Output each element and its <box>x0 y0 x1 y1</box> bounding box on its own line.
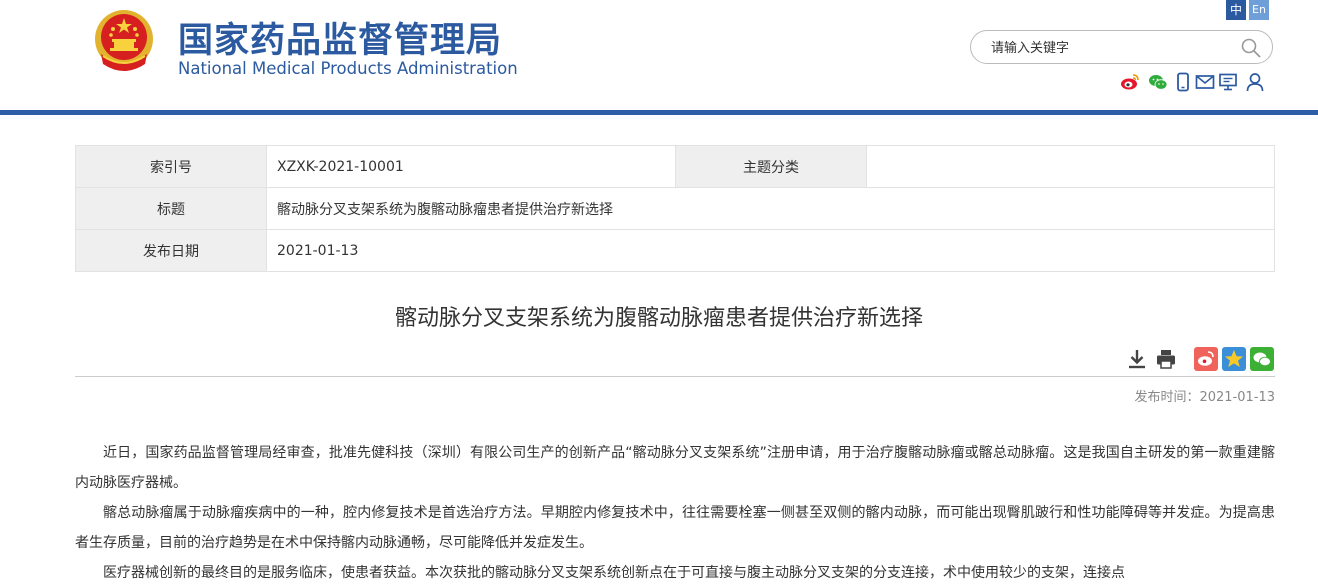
wechat-icon[interactable] <box>1148 72 1168 92</box>
message-icon[interactable] <box>1218 72 1238 92</box>
share-weibo-icon[interactable] <box>1194 347 1218 371</box>
date-value: 2021-01-13 <box>266 229 1275 272</box>
share-wechat-icon[interactable] <box>1250 347 1274 371</box>
org-name-cn[interactable]: 国家药品监督管理局 <box>178 12 502 63</box>
article-paragraph: 髂总动脉瘤属于动脉瘤疾病中的一种，腔内修复技术是首选治疗方法。早期腔内修复技术中… <box>75 505 1275 551</box>
article-paragraph: 近日，国家药品监督管理局经审查，批准先健科技（深圳）有限公司生产的创新产品“髂动… <box>75 445 1275 491</box>
table-row: 发布日期 2021-01-13 <box>75 229 1275 272</box>
article-meta-table: 索引号 XZXK-2021-10001 主题分类 标题 髂动脉分叉支架系统为腹髂… <box>75 145 1275 272</box>
national-emblem-icon[interactable] <box>93 8 155 74</box>
table-row: 索引号 XZXK-2021-10001 主题分类 <box>75 145 1275 188</box>
weibo-icon[interactable] <box>1120 72 1140 92</box>
lang-zh-button[interactable]: 中 <box>1226 0 1246 20</box>
org-name-en[interactable]: National Medical Products Administration <box>178 59 518 78</box>
share-qzone-icon[interactable] <box>1222 347 1246 371</box>
user-icon[interactable] <box>1245 72 1265 92</box>
publish-time: 发布时间：2021-01-13 <box>1134 390 1275 405</box>
article-title: 髂动脉分叉支架系统为腹髂动脉瘤患者提供治疗新选择 <box>394 306 923 331</box>
print-icon[interactable] <box>1155 348 1177 370</box>
topic-label: 主题分类 <box>675 145 867 188</box>
date-label: 发布日期 <box>75 229 267 272</box>
title-value: 髂动脉分叉支架系统为腹髂动脉瘤患者提供治疗新选择 <box>266 187 1275 230</box>
title-divider <box>75 376 1275 377</box>
article-body: 近日，国家药品监督管理局经审查，批准先健科技（深圳）有限公司生产的创新产品“髂动… <box>75 438 1275 588</box>
search-box <box>970 30 1273 64</box>
topic-value <box>866 145 1275 188</box>
search-input[interactable] <box>989 37 1233 59</box>
download-icon[interactable] <box>1126 348 1148 370</box>
search-icon[interactable] <box>1240 37 1262 59</box>
table-row: 标题 髂动脉分叉支架系统为腹髂动脉瘤患者提供治疗新选择 <box>75 187 1275 230</box>
index-value: XZXK-2021-10001 <box>266 145 676 188</box>
site-header: 国家药品监督管理局 National Medical Products Admi… <box>0 0 1318 114</box>
index-label: 索引号 <box>75 145 267 188</box>
header-divider <box>0 110 1318 115</box>
mobile-icon[interactable] <box>1173 72 1193 92</box>
mail-icon[interactable] <box>1195 72 1215 92</box>
lang-en-button[interactable]: En <box>1249 0 1269 20</box>
title-label: 标题 <box>75 187 267 230</box>
